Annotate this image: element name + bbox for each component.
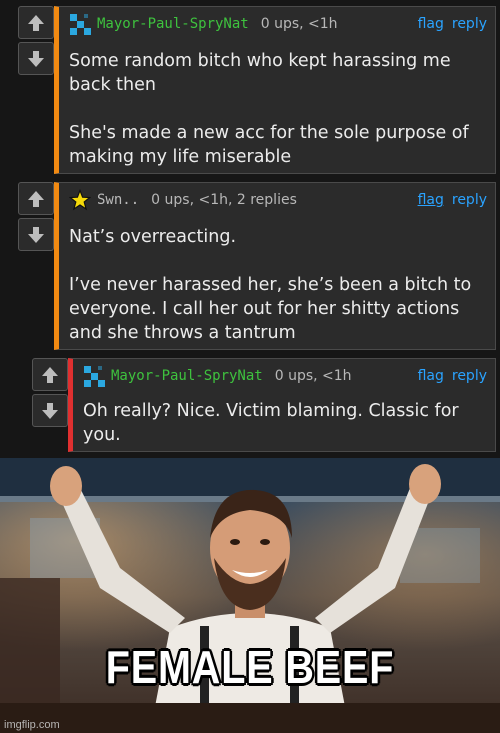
- username-link[interactable]: Mayor-Paul-SpryNat: [111, 368, 263, 384]
- comment-paragraph: She's made a new acc for the sole purpos…: [69, 123, 469, 167]
- comment-stats: 0 ups, <1h: [274, 368, 352, 384]
- comment-actions: flag reply: [418, 16, 487, 32]
- upvote-button[interactable]: [18, 6, 54, 39]
- down-arrow-icon: [42, 402, 58, 419]
- comment-stats: 0 ups, <1h, 2 replies: [151, 192, 297, 208]
- comment-card: Mayor-Paul-SpryNat 0 ups, <1h flag reply…: [68, 358, 496, 452]
- flag-link[interactable]: flag: [418, 192, 444, 208]
- imgflip-watermark: imgflip.com: [4, 719, 60, 731]
- upvote-button[interactable]: [18, 182, 54, 215]
- downvote-button[interactable]: [18, 42, 54, 75]
- pixel-avatar-icon[interactable]: [69, 13, 91, 35]
- comment-card: Mayor-Paul-SpryNat 0 ups, <1h flag reply…: [54, 6, 496, 174]
- downvote-button[interactable]: [18, 218, 54, 251]
- up-arrow-icon: [42, 366, 58, 383]
- vote-controls: [18, 182, 54, 254]
- pixel-avatar-icon[interactable]: [83, 365, 105, 387]
- comment-paragraph: Oh really? Nice. Victim blaming. Classic…: [83, 401, 459, 445]
- comment-actions: flag reply: [418, 192, 487, 208]
- flag-link[interactable]: flag: [418, 16, 444, 32]
- comment-header: Swn.. 0 ups, <1h, 2 replies flag reply: [69, 188, 487, 212]
- comment-paragraph: Some random bitch who kept harassing me …: [69, 51, 451, 95]
- comment-thread: Mayor-Paul-SpryNat 0 ups, <1h flag reply…: [18, 6, 496, 174]
- up-arrow-icon: [28, 14, 44, 31]
- comment-paragraph: I’ve never harassed her, she’s been a bi…: [69, 275, 472, 343]
- comment-thread: Swn.. 0 ups, <1h, 2 replies flag reply N…: [18, 182, 496, 350]
- down-arrow-icon: [28, 50, 44, 67]
- username-link[interactable]: Mayor-Paul-SpryNat: [97, 16, 249, 32]
- comment-body: Oh really? Nice. Victim blaming. Classic…: [83, 399, 483, 447]
- comment-header: Mayor-Paul-SpryNat 0 ups, <1h flag reply: [83, 364, 487, 388]
- comment-body: Nat’s overreacting. I’ve never harassed …: [69, 225, 483, 345]
- upvote-button[interactable]: [32, 358, 68, 391]
- vote-controls: [18, 6, 54, 78]
- comment-body: Some random bitch who kept harassing me …: [69, 49, 483, 169]
- reply-link[interactable]: reply: [452, 16, 487, 32]
- comment-header: Mayor-Paul-SpryNat 0 ups, <1h flag reply: [69, 12, 487, 36]
- vote-controls: [32, 358, 68, 430]
- reply-link[interactable]: reply: [452, 192, 487, 208]
- downvote-button[interactable]: [32, 394, 68, 427]
- comment-stats: 0 ups, <1h: [260, 16, 338, 32]
- meme-caption: FEMALE BEEF: [105, 641, 395, 693]
- down-arrow-icon: [28, 226, 44, 243]
- comment-actions: flag reply: [418, 368, 487, 384]
- comment-section: Mayor-Paul-SpryNat 0 ups, <1h flag reply…: [0, 0, 500, 458]
- flag-link[interactable]: flag: [418, 368, 444, 384]
- comment-card: Swn.. 0 ups, <1h, 2 replies flag reply N…: [54, 182, 496, 350]
- comment-paragraph: Nat’s overreacting.: [69, 227, 237, 247]
- reply-link[interactable]: reply: [452, 368, 487, 384]
- username-link[interactable]: Swn..: [97, 192, 139, 208]
- comment-thread: Mayor-Paul-SpryNat 0 ups, <1h flag reply…: [32, 358, 496, 452]
- star-icon[interactable]: [69, 189, 91, 211]
- up-arrow-icon: [28, 190, 44, 207]
